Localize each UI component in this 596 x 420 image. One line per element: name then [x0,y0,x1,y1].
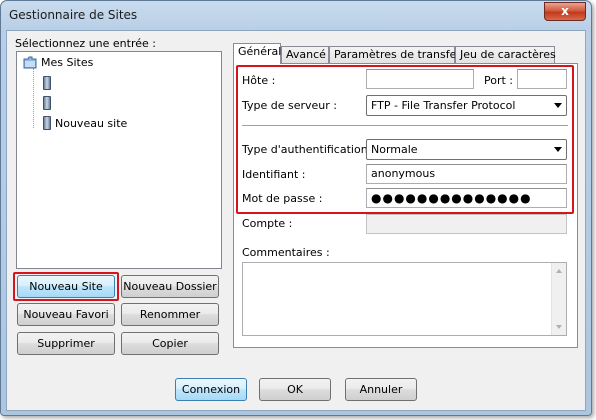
tab-general[interactable]: Général [233,43,281,64]
tab-transfer-settings[interactable]: Paramètres de transfert [329,46,465,64]
server-type-label: Type de serveur : [242,99,338,112]
comments-label: Commentaires : [242,246,330,259]
general-tab-panel: Hôte : Port : Type de serveur : FTP - Fi… [233,63,578,348]
server-icon [43,116,51,130]
scroll-down-icon[interactable] [556,325,562,329]
divider [242,125,568,126]
server-icon [43,96,51,110]
connect-button[interactable]: Connexion [175,378,247,401]
server-icon [43,76,51,90]
rename-button[interactable]: Renommer [121,303,219,326]
host-label: Hôte : [242,74,276,87]
password-input[interactable]: ●●●●●●●●●●●●●● [366,188,567,208]
new-site-button[interactable]: Nouveau Site [17,275,115,298]
tree-server-node[interactable] [43,76,55,90]
dialog-client-area: Sélectionnez une entrée : Mes Sites Nouv… [6,30,586,411]
user-input[interactable]: anonymous [366,164,567,184]
window-title: Gestionnaire de Sites [9,8,138,22]
tree-connector [33,68,34,128]
comments-scrollbar[interactable] [551,263,566,335]
port-label: Port : [484,74,514,87]
server-type-select[interactable]: FTP - File Transfer Protocol [366,95,567,116]
user-label: Identifiant : [242,168,306,181]
account-input [366,214,567,234]
new-folder-button[interactable]: Nouveau Dossier [121,275,219,298]
folder-icon [23,56,37,69]
password-label: Mot de passe : [242,192,323,205]
comments-textarea[interactable] [242,262,567,336]
port-input[interactable] [517,69,567,89]
select-entry-label: Sélectionnez une entrée : [15,37,156,50]
new-bookmark-button[interactable]: Nouveau Favori [17,303,115,326]
close-button[interactable]: x [544,2,586,21]
copy-button[interactable]: Copier [121,332,219,355]
tree-root-label: Mes Sites [41,56,94,69]
auth-type-select[interactable]: Normale [366,139,567,160]
close-icon: x [561,4,569,18]
site-tree[interactable]: Mes Sites Nouveau site [16,51,222,269]
host-input[interactable] [366,69,474,89]
delete-button[interactable]: Supprimer [17,332,115,355]
site-manager-window: Gestionnaire de Sites x Sélectionnez une… [0,0,592,416]
chevron-down-icon [554,103,562,108]
auth-type-value: Normale [371,143,418,156]
tab-charset[interactable]: Jeu de caractères [455,46,556,64]
cancel-button[interactable]: Annuler [345,378,417,401]
chevron-down-icon [554,147,562,152]
tree-item-my-sites[interactable]: Mes Sites [23,56,93,69]
ok-button[interactable]: OK [259,378,331,401]
account-label: Compte : [242,217,293,230]
server-type-value: FTP - File Transfer Protocol [371,99,516,112]
tree-new-site-label: Nouveau site [55,116,128,130]
tab-advanced[interactable]: Avancé [281,46,329,64]
title-bar: Gestionnaire de Sites x [1,1,591,29]
auth-type-label: Type d'authentification : [242,143,375,156]
scroll-up-icon[interactable] [556,269,562,273]
tree-server-node[interactable] [43,96,55,110]
tree-item-new-site[interactable]: Nouveau site [43,116,127,130]
